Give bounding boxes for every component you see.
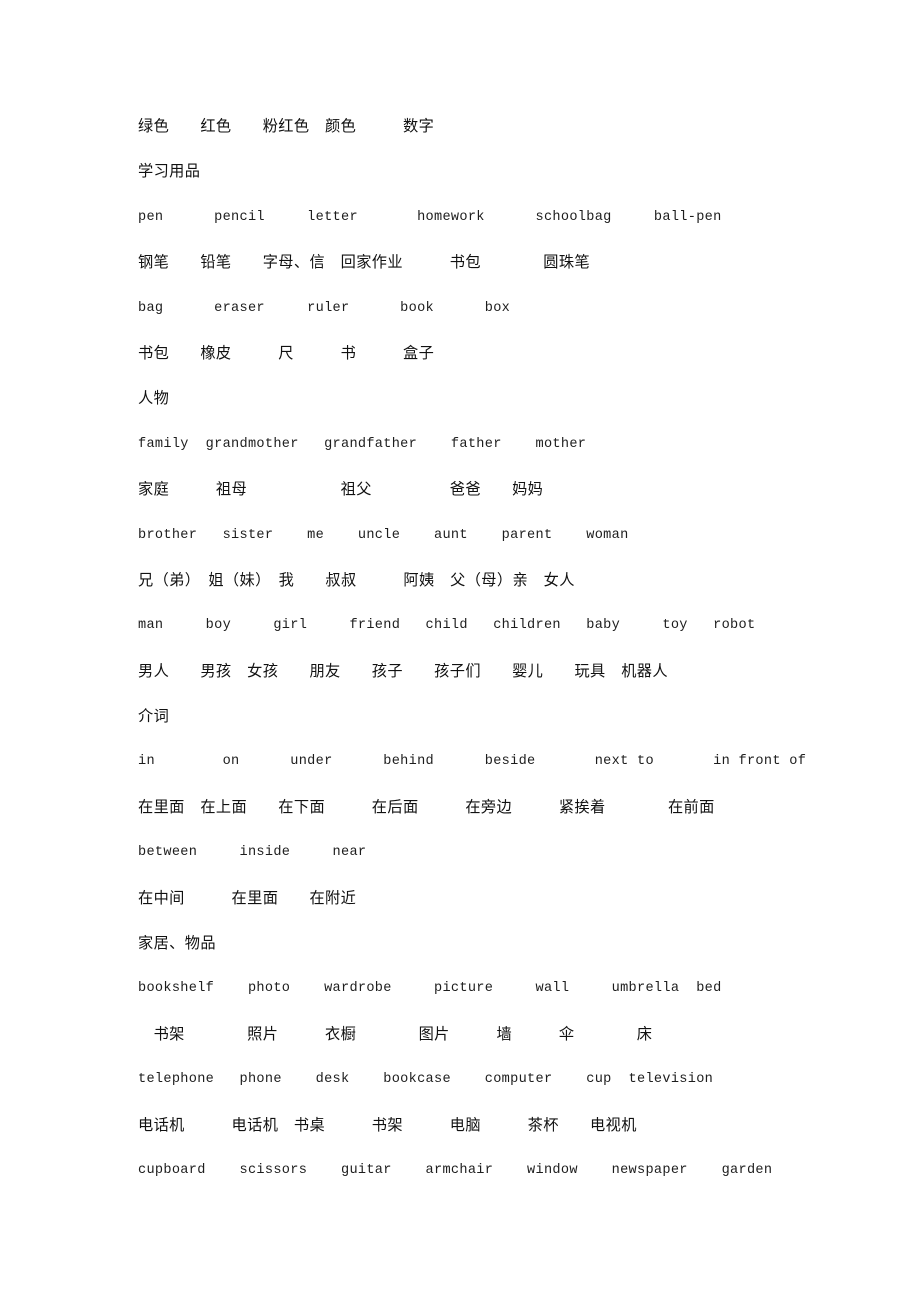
- vocabulary-line: 书包 橡皮 尺 书 盒子: [138, 343, 435, 362]
- vocabulary-line: 在中间 在里面 在附近: [138, 888, 357, 907]
- vocabulary-line: 家庭 祖母 祖父 爸爸 妈妈: [138, 480, 544, 499]
- vocabulary-line: family grandmother grandfather father mo…: [138, 436, 587, 452]
- vocabulary-line: 兄（弟） 姐（妹） 我 叔叔 阿姨 父（母）亲 女人: [138, 570, 575, 589]
- vocabulary-line: bookshelf photo wardrobe picture wall um…: [138, 981, 722, 997]
- vocabulary-line: pen pencil letter homework schoolbag bal…: [138, 209, 722, 225]
- vocabulary-line: 电话机 电话机 书桌 书架 电脑 茶杯 电视机: [138, 1115, 637, 1134]
- section-heading: 人物: [138, 389, 170, 408]
- vocabulary-line: 钢笔 铅笔 字母、信 回家作业 书包 圆珠笔: [138, 253, 591, 272]
- vocabulary-line: 书架 照片 衣橱 图片 墙 伞 床: [138, 1024, 653, 1043]
- vocabulary-line: between inside near: [138, 845, 367, 861]
- vocabulary-line: brother sister me uncle aunt parent woma…: [138, 527, 629, 543]
- vocabulary-line: 在里面 在上面 在下面 在后面 在旁边 紧挨着 在前面: [138, 797, 715, 816]
- vocabulary-line: telephone phone desk bookcase computer c…: [138, 1072, 714, 1088]
- section-heading: 介词: [138, 707, 170, 726]
- section-heading: 家居、物品: [138, 934, 216, 953]
- vocabulary-line: in on under behind beside next to in fro…: [138, 754, 807, 770]
- vocabulary-line: man boy girl friend child children baby …: [138, 618, 756, 634]
- vocabulary-line: 男人 男孩 女孩 朋友 孩子 孩子们 婴儿 玩具 机器人: [138, 661, 668, 680]
- section-heading: 学习用品: [138, 162, 201, 181]
- vocabulary-line: bag eraser ruler book box: [138, 300, 511, 316]
- document-text-body: 绿色 红色 粉红色 颜色 数字 学习用品 pen pencil letter hom…: [138, 104, 838, 1193]
- document-page: 绿色 红色 粉红色 颜色 数字 学习用品 pen pencil letter hom…: [0, 0, 920, 1302]
- vocabulary-line: cupboard scissors guitar armchair window…: [138, 1162, 773, 1178]
- vocabulary-line: 绿色 红色 粉红色 颜色 数字: [138, 117, 435, 135]
